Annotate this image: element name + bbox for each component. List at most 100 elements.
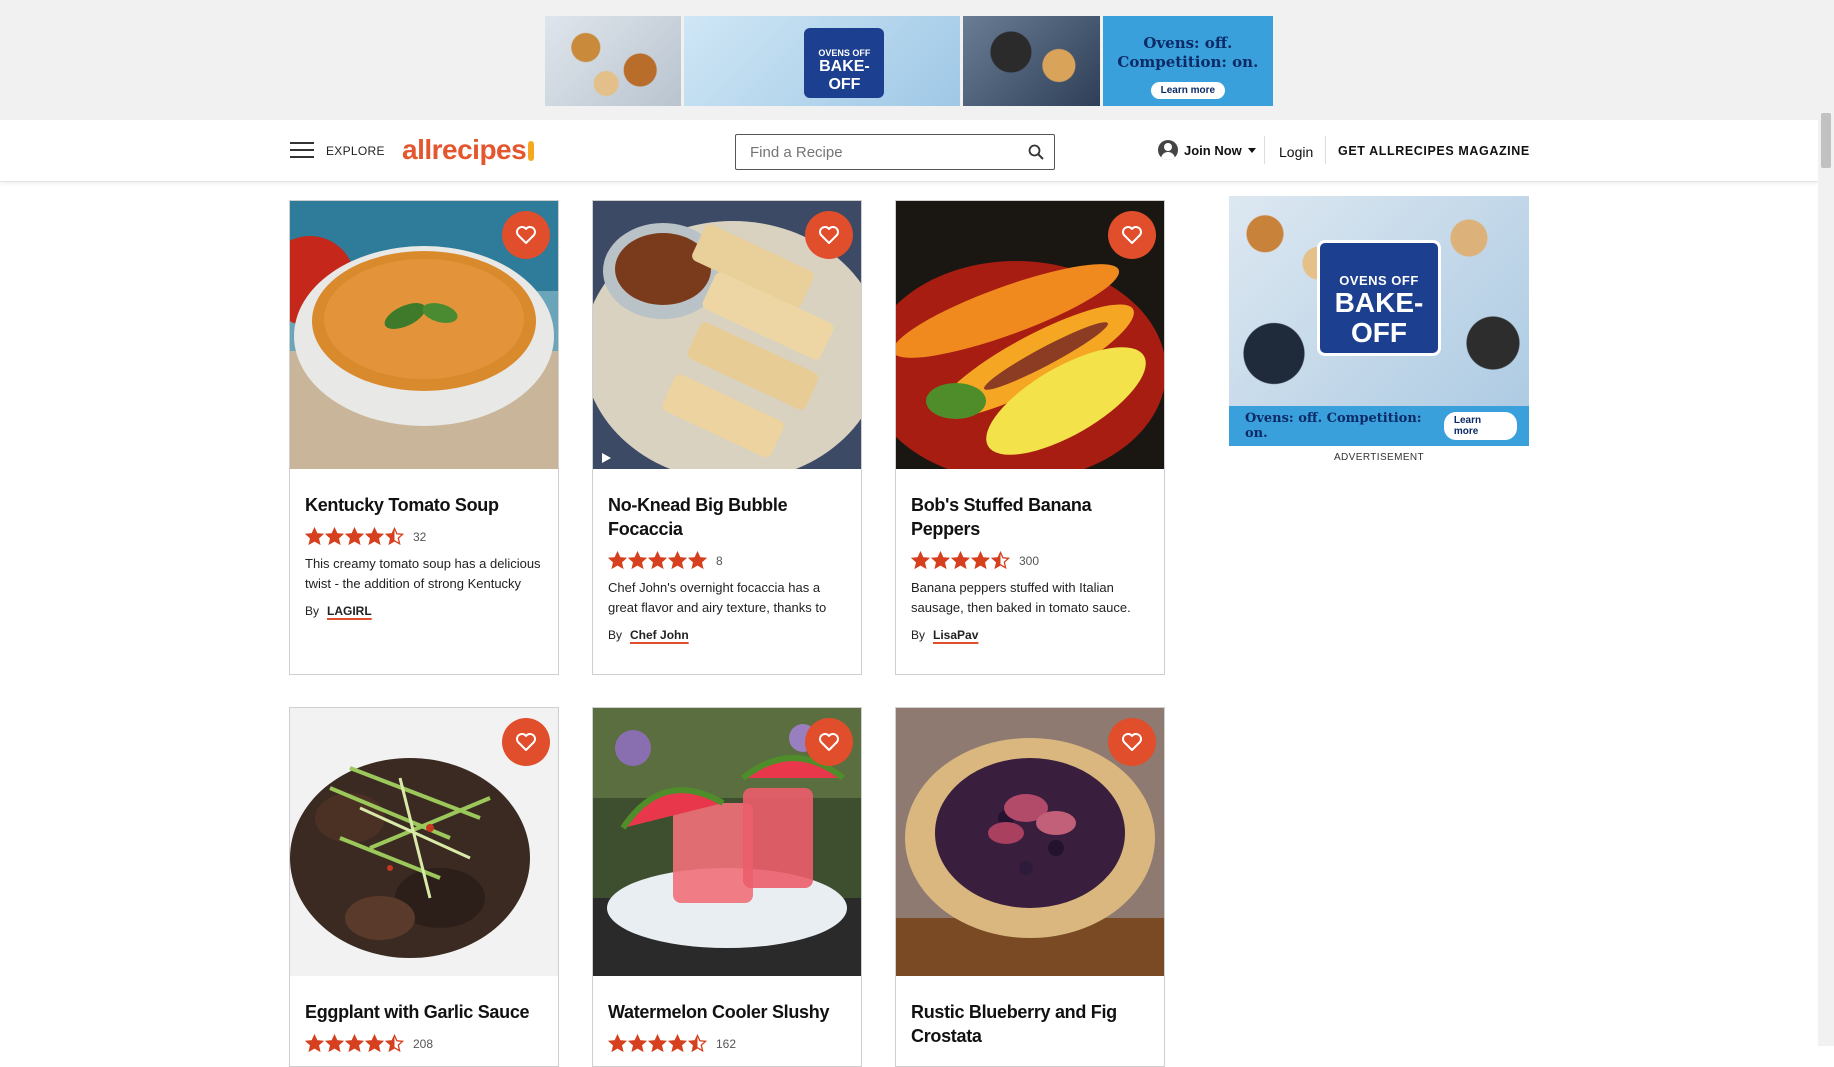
ad-text-panel: Ovens: off. Competition: on. Learn more (1102, 16, 1274, 106)
recipe-title[interactable]: Watermelon Cooler Slushy (608, 1000, 846, 1024)
recipe-card[interactable]: Rustic Blueberry and Fig Crostata (895, 707, 1165, 1067)
author-link[interactable]: LAGIRL (327, 604, 372, 618)
search-icon[interactable] (1028, 144, 1044, 160)
star-icon (951, 551, 970, 570)
recipe-byline: By Chef John (608, 628, 846, 642)
by-label: By (911, 628, 926, 642)
play-icon[interactable] (599, 451, 613, 465)
rating-stars: 32 (305, 527, 543, 546)
ad-badge-big: BAKE-OFF (819, 58, 870, 93)
ad-food-image: OVENS OFF BAKE-OFF (1229, 196, 1529, 406)
rating-count: 8 (716, 553, 723, 568)
divider (1264, 136, 1265, 164)
ad-learn-more-button[interactable]: Learn more (1443, 412, 1517, 440)
join-now-button[interactable]: Join Now (1158, 140, 1256, 160)
recipe-title[interactable]: Bob's Stuffed Banana Peppers (911, 493, 1149, 541)
top-banner-ad[interactable]: OVENS OFF BAKE-OFF Ovens: off. Competiti… (545, 16, 1274, 106)
scrollbar[interactable] (1818, 0, 1834, 1046)
recipe-description: Chef John's overnight focaccia has a gre… (608, 580, 827, 615)
rating-count: 208 (413, 1036, 434, 1051)
save-recipe-button[interactable] (502, 211, 550, 259)
heart-icon (1122, 226, 1142, 244)
ad-text-panel: Ovens: off. Competition: on. Learn more (1229, 406, 1529, 446)
recipe-description: This creamy tomato soup has a delicious … (305, 556, 541, 591)
recipe-byline: By LisaPav (911, 628, 1149, 642)
star-icon (365, 1034, 384, 1053)
heart-icon (819, 226, 839, 244)
recipe-description: Banana peppers stuffed with Italian saus… (911, 580, 1131, 615)
star-icon (931, 551, 950, 570)
recipe-card[interactable]: Watermelon Cooler Slushy 162 (592, 707, 862, 1067)
top-ad-band: OVENS OFF BAKE-OFF Ovens: off. Competiti… (0, 0, 1818, 120)
star-icon (305, 527, 324, 546)
star-icon (608, 1034, 627, 1053)
recipe-image[interactable] (290, 201, 558, 469)
star-icon (325, 527, 344, 546)
recipe-card[interactable]: No-Knead Big Bubble Focaccia 8 Chef John… (592, 200, 862, 675)
login-link[interactable]: Login (1279, 144, 1313, 160)
recipe-card[interactable]: Eggplant with Garlic Sauce 208 (289, 707, 559, 1067)
star-icon (305, 1034, 324, 1053)
site-header: EXPLORE allrecipes Join Now Login GET AL… (0, 120, 1818, 182)
recipe-image[interactable] (896, 201, 1164, 469)
star-icon (345, 527, 364, 546)
star-icon (325, 1034, 344, 1053)
recipe-image[interactable] (290, 708, 558, 976)
ad-bakeoff-badge: OVENS OFF BAKE-OFF (804, 28, 885, 98)
star-icon (688, 1034, 707, 1053)
author-link[interactable]: Chef John (630, 628, 689, 642)
recipe-card[interactable]: Kentucky Tomato Soup 32 This creamy toma… (289, 200, 559, 675)
save-recipe-button[interactable] (1108, 718, 1156, 766)
by-label: By (305, 604, 320, 618)
rating-stars: 300 (911, 551, 1149, 570)
logo-text: allrecipes (402, 134, 527, 165)
ad-bakeoff-image: OVENS OFF BAKE-OFF (684, 16, 961, 106)
join-now-label: Join Now (1184, 142, 1242, 158)
star-icon (648, 1034, 667, 1053)
ad-badge-small: OVENS OFF (818, 48, 871, 58)
heart-icon (1122, 733, 1142, 751)
heart-icon (516, 733, 536, 751)
menu-icon[interactable] (290, 142, 314, 160)
magazine-link[interactable]: GET ALLRECIPES MAGAZINE (1338, 144, 1530, 158)
search-input[interactable] (736, 135, 1006, 169)
divider (1325, 136, 1326, 164)
sidebar-ad[interactable]: OVENS OFF BAKE-OFF Ovens: off. Competiti… (1229, 196, 1529, 446)
recipe-image[interactable] (593, 708, 861, 976)
save-recipe-button[interactable] (805, 211, 853, 259)
recipe-title[interactable]: Kentucky Tomato Soup (305, 493, 543, 517)
recipe-title[interactable]: Eggplant with Garlic Sauce (305, 1000, 543, 1024)
rating-count: 32 (413, 529, 427, 544)
star-icon (385, 1034, 404, 1053)
rating-stars: 208 (305, 1034, 543, 1053)
save-recipe-button[interactable] (1108, 211, 1156, 259)
save-recipe-button[interactable] (805, 718, 853, 766)
star-icon (365, 527, 384, 546)
ad-badge-small: OVENS OFF (1339, 273, 1419, 288)
star-icon (668, 1034, 687, 1053)
recipe-image[interactable] (896, 708, 1164, 976)
save-recipe-button[interactable] (502, 718, 550, 766)
recipe-title[interactable]: No-Knead Big Bubble Focaccia (608, 493, 846, 541)
heart-icon (516, 226, 536, 244)
star-icon (991, 551, 1010, 570)
ad-learn-more-button[interactable]: Learn more (1150, 82, 1226, 99)
user-icon (1158, 140, 1178, 160)
rating-count: 162 (716, 1036, 737, 1051)
rating-stars: 8 (608, 551, 846, 570)
explore-link[interactable]: EXPLORE (326, 144, 385, 158)
heart-icon (819, 733, 839, 751)
allrecipes-logo[interactable]: allrecipes (402, 134, 535, 166)
author-link[interactable]: LisaPav (933, 628, 978, 642)
rating-stars: 162 (608, 1034, 846, 1053)
recipe-card[interactable]: Bob's Stuffed Banana Peppers 300 Banana … (895, 200, 1165, 675)
recipe-byline: By LAGIRL (305, 604, 543, 618)
scrollbar-thumb[interactable] (1821, 113, 1831, 168)
ad-food-image (545, 16, 682, 106)
rating-count: 300 (1019, 553, 1040, 568)
star-icon (628, 1034, 647, 1053)
star-icon (608, 551, 627, 570)
recipe-title[interactable]: Rustic Blueberry and Fig Crostata (911, 1000, 1149, 1048)
advertisement-label: ADVERTISEMENT (1333, 452, 1425, 463)
recipe-image[interactable] (593, 201, 861, 469)
